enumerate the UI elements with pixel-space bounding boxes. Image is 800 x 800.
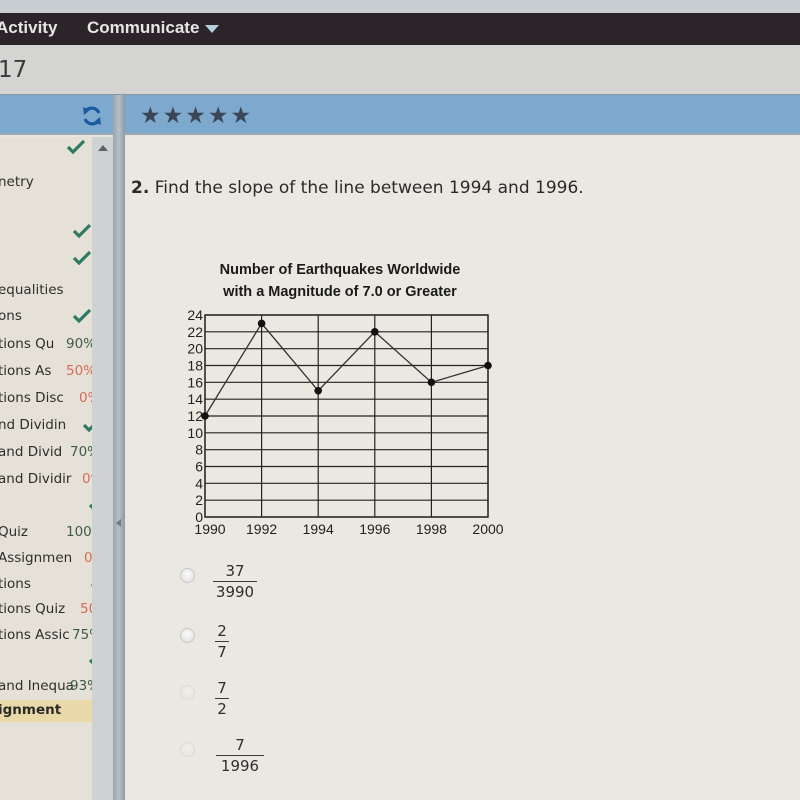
fraction-bar [215, 698, 229, 699]
fraction-denominator: 7 [217, 643, 227, 661]
data-point [484, 361, 492, 370]
x-tick-label: 1994 [303, 521, 334, 537]
question-text: Find the slope of the line between 1994 … [154, 178, 584, 198]
sub-header-text: 17 [0, 57, 28, 83]
y-tick-label: 14 [187, 391, 203, 407]
y-tick-label: 4 [195, 475, 203, 491]
fraction: 27 [215, 622, 229, 661]
sidebar-item-label: ons [0, 308, 22, 324]
fraction-numerator: 7 [217, 679, 227, 697]
fraction-numerator: 2 [217, 622, 227, 640]
data-point [314, 386, 322, 395]
earthquake-chart: Number of Earthquakes Worldwide with a M… [180, 258, 520, 548]
sidebar-item-label: ignment [0, 702, 62, 718]
radio-button[interactable] [180, 742, 195, 757]
sidebar-item-label: tions As [0, 363, 52, 379]
fraction-bar [213, 581, 257, 582]
chart-plot: 0246810121416182022241990 1992 1994 1996 199… [187, 307, 503, 537]
fraction-bar [216, 755, 264, 756]
nav-activity[interactable]: Activity [0, 18, 57, 38]
sidebar-item-label: tions Assic [0, 627, 70, 643]
sidebar-item-label: and Dividir [0, 471, 72, 487]
y-tick-label: 20 [187, 341, 203, 357]
fraction: 37 3990 [213, 562, 257, 601]
sidebar-item-label: tions [0, 576, 31, 592]
rating-stars: ★★★★★ [140, 103, 254, 129]
y-tick-label: 12 [187, 408, 203, 424]
radio-button[interactable] [180, 568, 195, 583]
sub-header: 17 [0, 45, 800, 95]
y-tick-label: 8 [195, 442, 203, 458]
top-navbar: Activity Communicate [0, 13, 800, 45]
sync-icon[interactable] [80, 104, 104, 128]
nav-communicate-label: Communicate [87, 18, 200, 37]
y-tick-label: 16 [187, 374, 203, 390]
sidebar-item-label: equalities [0, 282, 64, 298]
browser-top-strip [0, 0, 800, 13]
fraction-numerator: 7 [235, 736, 245, 754]
checkmark-icon [72, 223, 92, 239]
panel-divider[interactable] [113, 95, 125, 800]
data-point [257, 319, 266, 328]
fraction-denominator: 2 [217, 700, 227, 718]
scroll-up-arrow-icon[interactable] [98, 145, 108, 151]
fraction-numerator: 37 [225, 562, 245, 580]
y-tick-label: 2 [195, 492, 203, 508]
nav-communicate[interactable]: Communicate [87, 18, 220, 38]
y-tick-label: 10 [187, 425, 203, 441]
y-tick-label: 24 [187, 307, 203, 323]
fraction: 72 [215, 679, 229, 718]
sidebar-scrollbar[interactable] [92, 137, 113, 800]
data-point [201, 412, 209, 420]
checkmark-icon [72, 250, 92, 266]
sidebar-item-label: tions Quiz [0, 601, 66, 617]
radio-button[interactable] [180, 628, 195, 643]
caret-down-icon [205, 24, 220, 33]
fraction: 7 1996 [216, 736, 264, 775]
fraction-bar [215, 641, 229, 642]
question: 2. Find the slope of the line between 19… [131, 178, 584, 198]
collapse-arrow-icon[interactable] [116, 519, 121, 527]
x-tick-label: 2000 [472, 521, 503, 537]
y-tick-label: 22 [187, 324, 203, 340]
checkmark-icon [72, 308, 92, 324]
sidebar-item-label: and Inequa [0, 678, 74, 694]
sidebar-item-label: and Divid [0, 444, 63, 460]
x-tick-label: 1998 [416, 521, 447, 537]
question-number: 2. [131, 178, 150, 198]
sidebar-item-label: Assignmen [0, 550, 73, 566]
y-tick-label: 18 [187, 358, 203, 374]
sidebar-item-label: netry [0, 174, 34, 190]
fraction-denominator: 1996 [220, 757, 260, 775]
sidebar-item-label: nd Dividin [0, 417, 67, 433]
x-tick-label: 1996 [359, 521, 390, 537]
fraction-denominator: 3990 [215, 583, 255, 601]
checkmark-icon [66, 139, 86, 155]
data-point [371, 328, 379, 336]
sidebar-item-label: tions Disc [0, 390, 64, 406]
x-tick-label: 1992 [246, 521, 277, 537]
x-tick-label: 1990 [194, 521, 225, 537]
sidebar-item-label: tions Qu [0, 336, 55, 352]
y-tick-label: 6 [195, 459, 203, 475]
data-point [427, 378, 436, 387]
radio-button[interactable] [180, 685, 195, 700]
sidebar-item-label: Quiz [0, 524, 29, 540]
